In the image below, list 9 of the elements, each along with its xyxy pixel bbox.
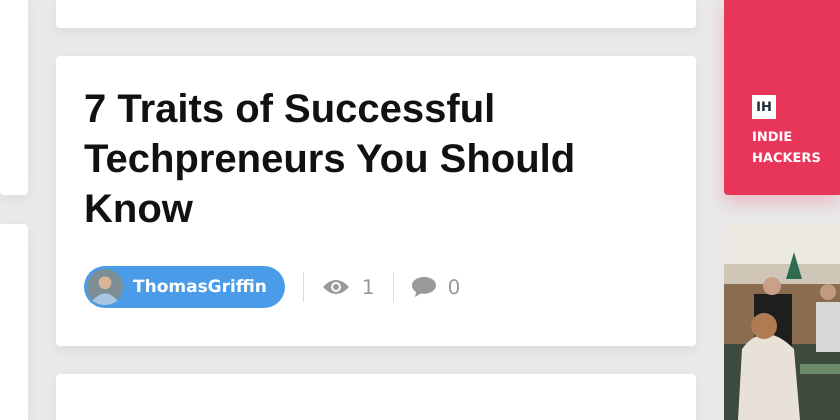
view-count: 1: [362, 275, 375, 299]
comment-icon: [412, 276, 436, 298]
post-title[interactable]: 7 Traits of Successful Techpreneurs You Should Know: [84, 84, 624, 234]
comment-count: 0: [448, 275, 460, 299]
logo-icon: IH: [752, 95, 776, 119]
brand-name: INDIE HACKERS: [752, 129, 822, 168]
eye-icon: [322, 278, 350, 296]
sponsor-card[interactable]: IH INDIE HACKERS: [724, 0, 840, 195]
avatar-icon: [87, 269, 123, 305]
